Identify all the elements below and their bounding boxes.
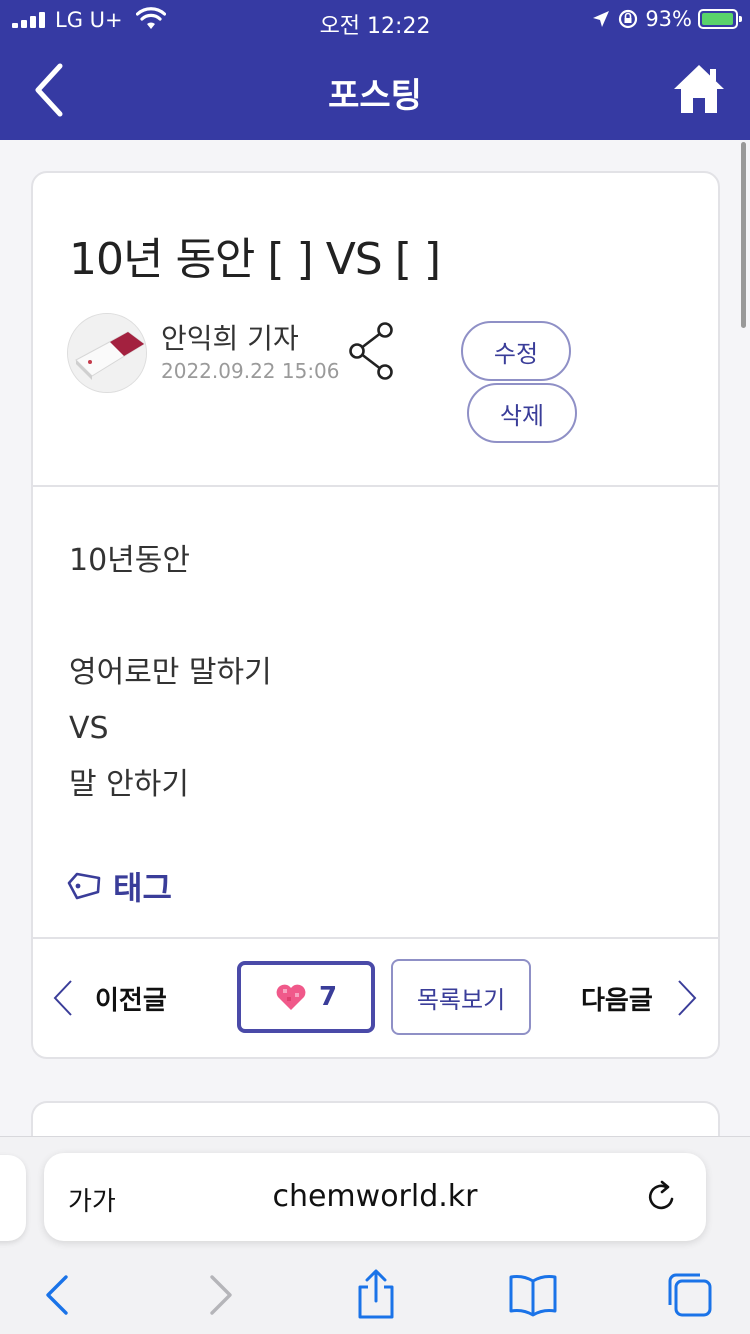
share-sheet-icon[interactable]: [350, 1269, 402, 1321]
author-name: 안익희 기자: [161, 322, 299, 355]
rotation-lock-icon: [619, 9, 638, 29]
divider: [33, 937, 718, 939]
delete-button[interactable]: 삭제: [467, 383, 577, 443]
battery-percent: 93%: [645, 7, 692, 31]
tag-section[interactable]: 태그: [65, 863, 172, 909]
body-line: 10년동안: [69, 543, 190, 578]
divider: [33, 485, 718, 487]
reload-icon[interactable]: [644, 1177, 680, 1217]
post-title: 10년 동안 [ ] VS [ ]: [69, 234, 441, 285]
browser-forward-icon[interactable]: [194, 1269, 246, 1321]
next-post-button[interactable]: 다음글: [581, 979, 699, 1017]
tag-icon: [67, 872, 101, 900]
bookmarks-icon[interactable]: [507, 1269, 559, 1321]
prev-post-button[interactable]: 이전글: [51, 979, 167, 1017]
like-count: 7: [318, 982, 338, 1012]
tabs-icon[interactable]: [664, 1269, 716, 1321]
address-bar[interactable]: 가가 chemworld.kr: [44, 1153, 706, 1241]
navigation-bar: 포스팅: [0, 40, 750, 140]
battery-icon: [698, 9, 742, 29]
prev-post-label: 이전글: [95, 985, 167, 1016]
location-arrow-icon: [593, 11, 610, 27]
heart-icon: [276, 984, 306, 1010]
body-line: 말 안하기: [69, 767, 189, 802]
share-icon[interactable]: [347, 321, 395, 381]
like-button[interactable]: 7: [237, 961, 375, 1033]
page-title: 포스팅: [328, 76, 422, 116]
browser-toolbar: 가가 chemworld.kr: [0, 1136, 750, 1334]
tag-label: 태그: [113, 869, 172, 907]
status-bar: LG U+ 오전 12:22 93%: [0, 0, 750, 40]
body-line: [69, 589, 272, 645]
chevron-left-icon: [53, 980, 72, 1016]
url-text[interactable]: chemworld.kr: [44, 1179, 706, 1214]
previous-tab-peek[interactable]: [0, 1155, 26, 1241]
avatar: [67, 313, 147, 393]
next-post-label: 다음글: [581, 985, 653, 1016]
post-card: 10년 동안 [ ] VS [ ] 안익희 기자 2022.09.22 15:0…: [31, 171, 720, 1059]
home-button[interactable]: [672, 62, 726, 116]
edit-button[interactable]: 수정: [461, 321, 571, 381]
chevron-right-icon: [678, 980, 697, 1016]
body-line: VS: [69, 711, 109, 746]
body-line: 영어로만 말하기: [69, 655, 272, 690]
post-body: 10년동안 영어로만 말하기 VS 말 안하기: [69, 533, 272, 813]
app-header: LG U+ 오전 12:22 93% 포스팅: [0, 0, 750, 140]
list-view-button[interactable]: 목록보기: [391, 959, 531, 1035]
browser-back-icon[interactable]: [32, 1269, 84, 1321]
scrollbar[interactable]: [741, 142, 746, 328]
post-date: 2022.09.22 15:06: [161, 359, 340, 383]
